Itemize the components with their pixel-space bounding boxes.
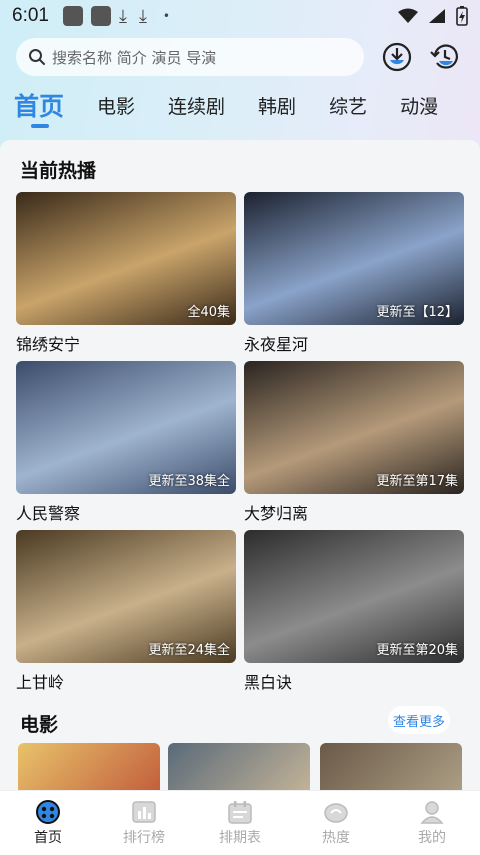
category-tabs: 首页 电影 连续剧 韩剧 综艺 动漫	[0, 82, 480, 128]
video-poster: 全40集	[16, 192, 236, 325]
active-tab-indicator	[31, 124, 49, 128]
nav-schedule[interactable]: 排期表	[200, 799, 280, 847]
signal-icon	[429, 9, 445, 23]
video-poster: 更新至第20集	[244, 530, 464, 663]
home-icon	[36, 800, 60, 824]
download-status-icon: ⤓	[138, 5, 147, 27]
battery-icon	[456, 6, 468, 26]
episode-badge: 更新至【12】	[376, 305, 458, 320]
episode-badge: 全40集	[187, 305, 230, 320]
nav-label: 热度	[322, 830, 350, 846]
video-card[interactable]: 更新至第17集 大梦归离	[244, 361, 464, 524]
video-title: 永夜星河	[244, 335, 309, 354]
tab-variety[interactable]: 综艺	[329, 92, 367, 119]
wifi-icon	[398, 8, 418, 23]
history-button[interactable]	[428, 40, 462, 74]
status-bar: 6:01 ⤓ ⤓ •	[0, 0, 480, 32]
video-poster: 更新至24集全	[16, 530, 236, 663]
video-title: 上甘岭	[16, 673, 65, 692]
schedule-icon	[228, 801, 252, 824]
movie-poster[interactable]	[18, 743, 160, 790]
video-title: 黑白诀	[244, 673, 293, 692]
notification-icon	[90, 6, 111, 26]
video-poster: 更新至【12】	[244, 192, 464, 325]
video-title: 大梦归离	[244, 504, 309, 523]
movie-poster[interactable]	[320, 743, 462, 790]
download-icon	[382, 42, 412, 72]
ranking-icon	[132, 801, 156, 823]
status-time: 6:01	[12, 5, 49, 26]
video-card[interactable]: 更新至第20集 黑白诀	[244, 530, 464, 693]
nav-profile[interactable]: 我的	[392, 799, 472, 847]
video-card[interactable]: 更新至【12】 永夜星河	[244, 192, 464, 355]
search-icon	[29, 49, 45, 65]
video-title: 人民警察	[16, 504, 81, 523]
video-poster: 更新至第17集	[244, 361, 464, 494]
tab-movies[interactable]: 电影	[97, 92, 135, 119]
nav-label: 排期表	[219, 830, 261, 846]
download-button[interactable]	[380, 40, 414, 74]
search-input[interactable]: 搜索名称 简介 演员 导演	[16, 38, 364, 76]
more-notifications-icon: •	[162, 9, 170, 23]
nav-home[interactable]: 首页	[8, 799, 88, 847]
bottom-navigation: 首页 排行榜 排期表 热度 我的	[0, 790, 480, 855]
tab-anime[interactable]: 动漫	[400, 92, 438, 119]
movie-poster[interactable]	[168, 743, 310, 790]
nav-ranking[interactable]: 排行榜	[104, 799, 184, 847]
nav-label: 我的	[418, 830, 446, 846]
episode-badge: 更新至第17集	[376, 474, 458, 489]
tab-korean-drama[interactable]: 韩剧	[258, 92, 296, 119]
section-title-hot: 当前热播	[20, 160, 97, 182]
video-card[interactable]: 全40集 锦绣安宁	[16, 192, 236, 355]
episode-badge: 更新至第20集	[376, 643, 458, 658]
profile-icon	[420, 801, 444, 824]
trending-icon	[324, 803, 348, 823]
tab-series[interactable]: 连续剧	[168, 92, 225, 119]
notification-icon	[62, 6, 83, 26]
history-icon	[430, 44, 458, 69]
section-title-movies: 电影	[20, 714, 59, 736]
video-poster: 更新至38集全	[16, 361, 236, 494]
episode-badge: 更新至24集全	[148, 643, 230, 658]
video-card[interactable]: 更新至24集全 上甘岭	[16, 530, 236, 693]
main-content: 当前热播 全40集 锦绣安宁 更新至【12】 永夜星河 更新至38集全 人民警察…	[0, 140, 480, 790]
download-status-icon: ⤓	[118, 5, 127, 27]
nav-trending[interactable]: 热度	[296, 799, 376, 847]
video-title: 锦绣安宁	[16, 335, 81, 354]
nav-label: 排行榜	[123, 830, 165, 846]
video-card[interactable]: 更新至38集全 人民警察	[16, 361, 236, 524]
nav-label: 首页	[34, 830, 62, 846]
episode-badge: 更新至38集全	[148, 474, 230, 489]
tab-home[interactable]: 首页	[14, 87, 64, 123]
search-placeholder: 搜索名称 简介 演员 导演	[52, 48, 217, 67]
view-more-button[interactable]: 查看更多	[388, 706, 450, 734]
